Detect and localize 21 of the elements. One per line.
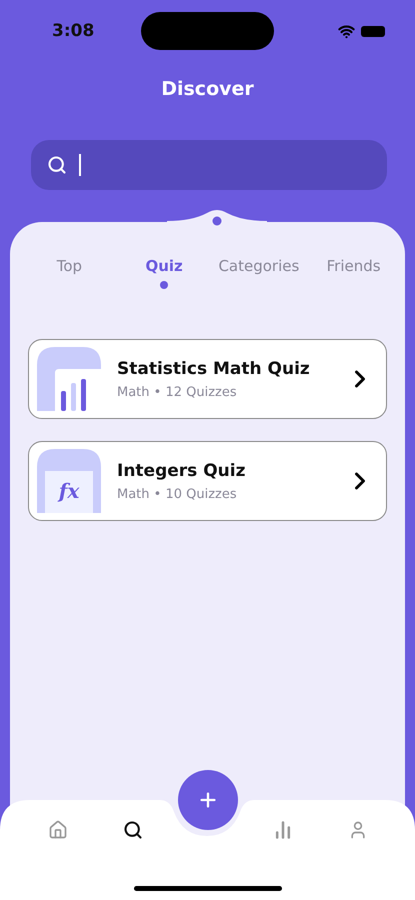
quiz-subtitle: Math • 12 Quizzes <box>117 384 238 400</box>
battery-icon <box>361 26 385 36</box>
tab[interactable]: Categories <box>218 257 300 275</box>
home-icon <box>48 820 68 840</box>
function-icon: fx <box>37 449 101 513</box>
active-tab-dot <box>160 281 168 289</box>
tab[interactable]: Friends <box>326 257 381 275</box>
tab[interactable]: Top <box>56 257 82 275</box>
tab[interactable]: Quiz <box>145 257 183 275</box>
quiz-subtitle: Math • 10 Quizzes <box>117 486 238 502</box>
status-time: 3:08 <box>52 21 94 41</box>
wifi-icon <box>338 22 355 40</box>
search-icon <box>122 820 142 840</box>
search-field[interactable] <box>31 140 387 190</box>
quiz-card[interactable]: Statistics Math Quiz Math • 12 Quizzes <box>28 339 387 419</box>
search-icon <box>47 155 67 175</box>
bar-chart-icon <box>37 347 101 411</box>
quiz-card[interactable]: fx Integers Quiz Math • 10 Quizzes <box>28 441 387 521</box>
page-title: Discover <box>160 78 255 100</box>
quiz-title: Statistics Math Quiz <box>117 358 311 378</box>
quiz-title: Integers Quiz <box>117 460 246 480</box>
